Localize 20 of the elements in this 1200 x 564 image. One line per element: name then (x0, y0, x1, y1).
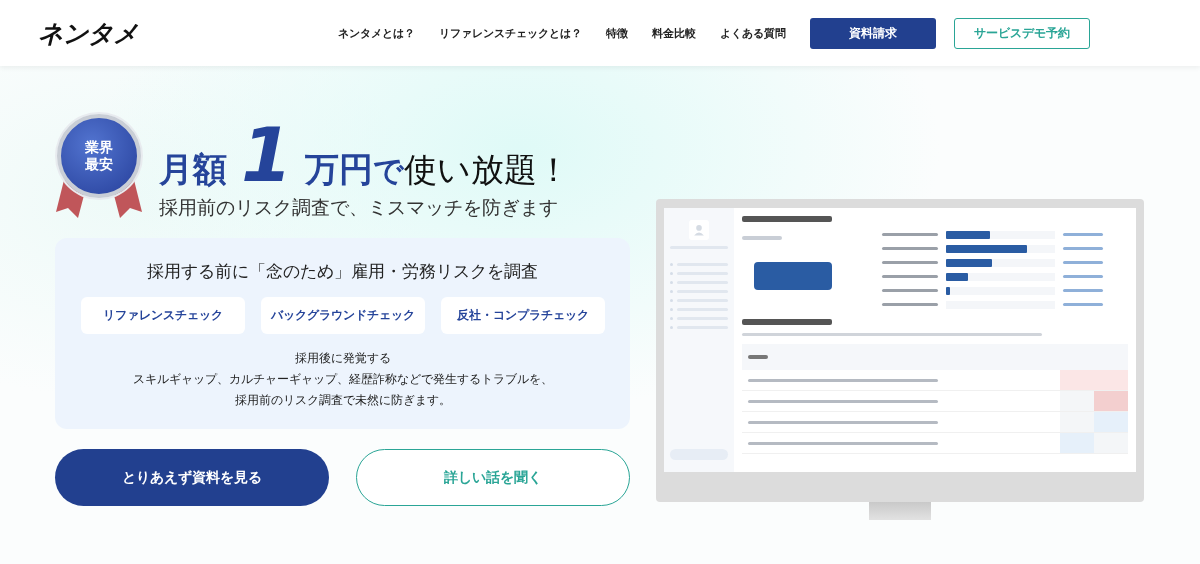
subheadline: 採用前のリスク調査で、ミスマッチを防ぎます (159, 196, 559, 220)
description-text: 採用前のリスク調査で未然に防ぎます。 (233, 392, 452, 409)
nav-link[interactable]: リファレンスチェックとは？ (439, 25, 582, 41)
nav-link[interactable]: 特徴 (606, 25, 628, 41)
nav-link[interactable]: 料金比較 (652, 25, 696, 41)
service-tag: 反社・コンプラチェック (440, 297, 605, 334)
service-tag: バックグラウンドチェック (260, 297, 425, 334)
nav-link[interactable]: ネンタメとは？ (338, 25, 415, 41)
request-materials-button[interactable]: 資料請求 (810, 17, 936, 49)
nav-link[interactable]: よくある質問 (720, 25, 786, 41)
badge-text: 最安 (85, 156, 113, 173)
service-tag: リファレンスチェック (80, 297, 245, 334)
description-text: スキルギャップ、カルチャーギャップ、経歴詐称などで発生するトラブルを、 (132, 371, 553, 388)
badge-text: 業界 (85, 139, 113, 156)
logo[interactable]: ネンタメ (38, 16, 138, 50)
description-text: 採用後に発覚する (293, 350, 392, 367)
headline: 月額 1 万円で使い放題！ (159, 118, 570, 192)
monitor-stand (869, 502, 931, 520)
view-materials-button[interactable]: とりあえず資料を見る (55, 449, 329, 506)
card-title: 採用する前に「念のため」雇用・労務リスクを調査 (147, 260, 538, 283)
